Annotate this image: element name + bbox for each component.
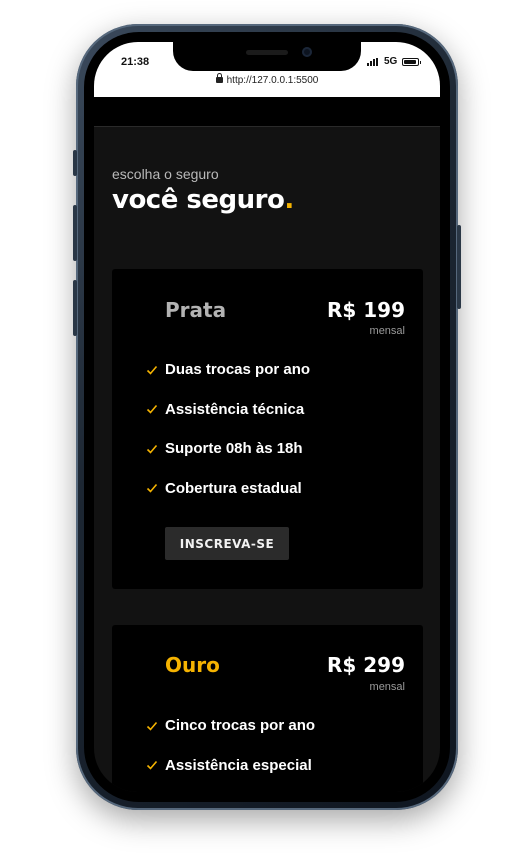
notch <box>173 42 361 71</box>
feature-item: Cinco trocas por ano <box>146 706 315 746</box>
phone-screen: 21:38 5G http://127.0.0.1:5500 escolha o… <box>94 42 440 792</box>
phone-silent-switch <box>73 150 77 176</box>
feature-text: Cobertura estadual <box>165 479 302 497</box>
plan-name: Ouro <box>165 653 220 677</box>
hero-title-text: você seguro <box>112 185 285 215</box>
check-icon <box>146 721 158 731</box>
feature-item: Suporte 08h às 18h <box>146 429 310 469</box>
phone-power-button <box>457 225 461 309</box>
hero-title: você seguro. <box>112 185 294 215</box>
phone-volume-up <box>73 205 77 261</box>
plan-period: mensal <box>369 325 405 337</box>
subscribe-button[interactable]: INSCREVA-SE <box>165 527 289 560</box>
battery-icon <box>402 58 421 66</box>
feature-list: Duas trocas por ano Assistência técnica … <box>146 350 310 508</box>
lock-icon <box>215 73 223 83</box>
plan-card-prata: Prata R$ 199 mensal Duas trocas por ano … <box>112 269 423 589</box>
feature-text: Assistência técnica <box>165 400 305 418</box>
check-icon <box>146 365 158 375</box>
feature-item: Assistência especial <box>146 746 315 786</box>
check-icon <box>146 484 158 493</box>
check-icon <box>146 444 158 454</box>
plan-period: mensal <box>369 681 405 693</box>
phone-volume-down <box>73 280 77 336</box>
network-type: 5G <box>384 56 398 67</box>
top-navbar <box>94 97 440 127</box>
feature-text: Duas trocas por ano <box>165 361 311 379</box>
feature-item: Assistência técnica <box>146 390 310 430</box>
feature-text: Suporte 08h às 18h <box>165 440 303 458</box>
speaker-grille <box>246 50 288 55</box>
plan-price: R$ 199 <box>326 298 405 322</box>
check-icon <box>146 761 158 770</box>
plan-name: Prata <box>165 298 227 322</box>
front-camera <box>302 47 312 57</box>
status-time: 21:38 <box>121 56 150 68</box>
signal-icon <box>367 58 378 66</box>
feature-text: Assistência especial <box>165 756 312 774</box>
feature-list: Cinco trocas por ano Assistência especia… <box>146 706 315 785</box>
check-icon <box>146 405 158 414</box>
url-text: http://127.0.0.1:5500 <box>226 75 319 86</box>
hero-subtitle: escolha o seguro <box>112 166 219 182</box>
plan-price: R$ 299 <box>326 653 405 677</box>
hero-title-dot: . <box>284 185 294 215</box>
plan-card-ouro: Ouro R$ 299 mensal Cinco trocas por ano … <box>112 625 423 792</box>
feature-text: Cinco trocas por ano <box>165 717 316 735</box>
feature-item: Cobertura estadual <box>146 469 310 509</box>
address-bar[interactable]: http://127.0.0.1:5500 <box>94 73 440 86</box>
battery-fill <box>404 60 416 64</box>
feature-item: Duas trocas por ano <box>146 350 310 390</box>
